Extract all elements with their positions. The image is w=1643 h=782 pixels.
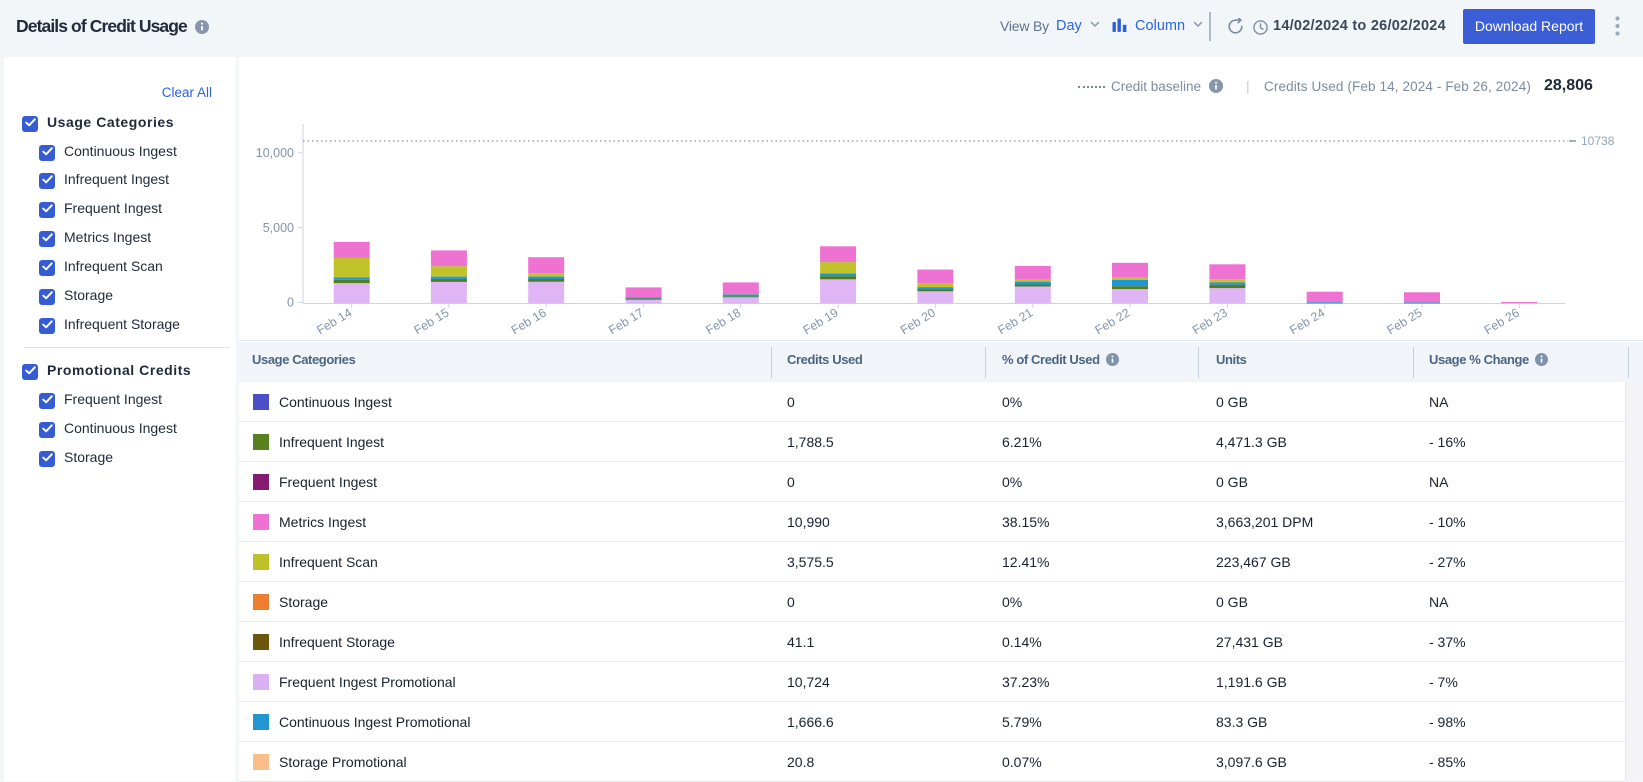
svg-text:Feb 19: Feb 19 xyxy=(801,305,841,337)
svg-text:Feb 16: Feb 16 xyxy=(509,305,549,337)
svg-text:Feb 26: Feb 26 xyxy=(1482,305,1522,337)
svg-text:Feb 21: Feb 21 xyxy=(995,305,1035,337)
svg-text:Feb 20: Feb 20 xyxy=(898,305,938,337)
svg-text:Feb 24: Feb 24 xyxy=(1287,305,1327,337)
svg-text:10738: 10738 xyxy=(1581,134,1615,148)
svg-text:5,000: 5,000 xyxy=(263,221,294,235)
svg-text:10,000: 10,000 xyxy=(256,146,294,160)
svg-text:Feb 18: Feb 18 xyxy=(703,305,743,337)
svg-text:Feb 23: Feb 23 xyxy=(1190,305,1230,337)
svg-text:Feb 17: Feb 17 xyxy=(606,305,646,337)
svg-text:Feb 22: Feb 22 xyxy=(1093,305,1133,337)
svg-text:Feb 15: Feb 15 xyxy=(411,305,451,337)
svg-text:0: 0 xyxy=(287,296,294,310)
svg-text:Feb 25: Feb 25 xyxy=(1385,305,1425,337)
svg-text:Feb 14: Feb 14 xyxy=(314,305,354,337)
